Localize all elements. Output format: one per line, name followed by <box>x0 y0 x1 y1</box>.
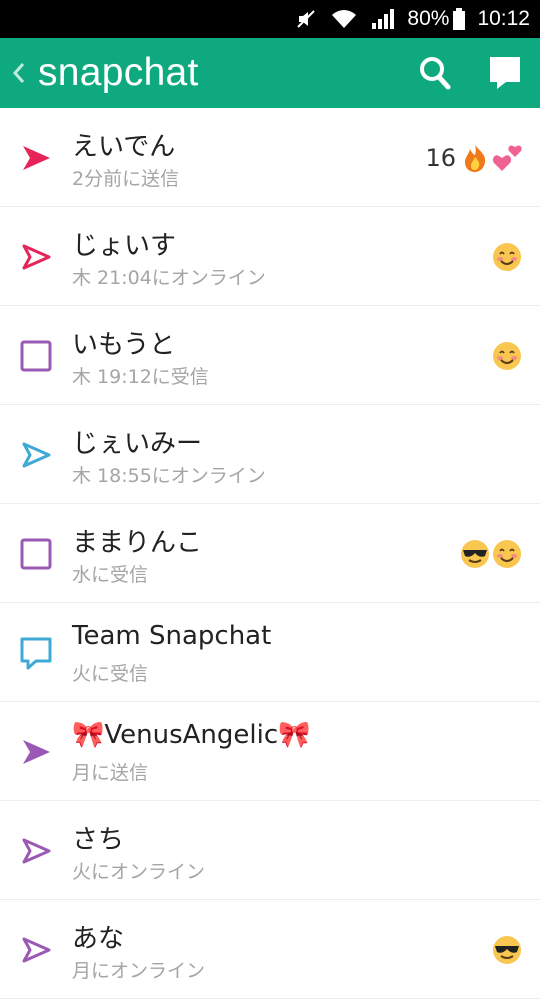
chat-outline-icon <box>18 635 54 671</box>
smile-blush-icon <box>492 341 522 371</box>
chat-row[interactable]: じょいす木 21:04にオンライン <box>0 207 540 306</box>
smile-blush-icon <box>492 539 522 569</box>
chat-row[interactable]: いもうと木 19:12に受信 <box>0 306 540 405</box>
chat-row[interactable]: 🎀VenusAngelic🎀 月に送信 <box>0 702 540 801</box>
sunglasses-icon <box>492 935 522 965</box>
chat-status: 水に受信 <box>72 564 149 586</box>
chat-badges <box>492 241 522 273</box>
chat-name: 🎀VenusAngelic🎀 <box>72 720 311 750</box>
chat-badges <box>492 340 522 372</box>
mute-icon <box>295 8 317 30</box>
app-bar: snapchat <box>0 38 540 108</box>
sent-outline-icon <box>18 437 54 473</box>
two-hearts-icon <box>492 143 522 173</box>
chat-name: じょいす <box>72 231 177 261</box>
received-outline-icon <box>18 536 54 572</box>
chat-name: ままりんこ <box>72 528 203 558</box>
chat-name: えいでん <box>72 132 176 162</box>
chat-badges: 16 <box>425 142 522 174</box>
sunglasses-icon <box>460 539 490 569</box>
status-bar: 80% 10:12 <box>0 0 540 38</box>
chat-status: 木 19:12に受信 <box>72 366 209 388</box>
battery-icon <box>453 8 466 30</box>
chevron-left-icon <box>12 63 25 83</box>
new-chat-button[interactable] <box>470 38 540 108</box>
fire-icon <box>460 143 490 173</box>
chat-name: Team Snapchat <box>72 621 272 651</box>
chat-row[interactable]: Team Snapchat 火に受信 <box>0 603 540 702</box>
clock: 10:12 <box>477 7 530 30</box>
chat-status: 月に送信 <box>72 762 149 784</box>
chat-badges <box>460 538 522 570</box>
streak-count: 16 <box>425 144 456 172</box>
chat-row[interactable]: じぇいみー木 18:55にオンライン <box>0 405 540 504</box>
chat-row[interactable]: えいでん 2分前に送信 16 <box>0 108 540 207</box>
chat-bubble-icon <box>490 57 520 89</box>
chat-badges <box>492 934 522 966</box>
chat-row[interactable]: さち 火にオンライン <box>0 801 540 900</box>
signal-icon <box>371 8 395 30</box>
chat-status: 木 21:04にオンライン <box>72 267 266 289</box>
chat-list: えいでん 2分前に送信 16 じょいす木 21:04にオンラインいもうと木 19:12… <box>0 108 540 999</box>
chat-status: 月にオンライン <box>72 960 206 982</box>
search-icon <box>420 57 451 90</box>
sent-outline-icon <box>18 932 54 968</box>
received-outline-icon <box>18 338 54 374</box>
search-button[interactable] <box>400 38 470 108</box>
chat-name: あな <box>72 924 125 954</box>
app-title: snapchat <box>38 51 199 94</box>
sent-outline-icon <box>18 833 54 869</box>
sent-filled-icon <box>18 734 54 770</box>
chat-row[interactable]: ままりんこ 水に受信 <box>0 504 540 603</box>
chat-row[interactable]: あな 月にオンライン <box>0 900 540 999</box>
chat-name: さち <box>72 825 125 855</box>
battery-percent: 80% <box>407 7 450 30</box>
smile-blush-icon <box>492 242 522 272</box>
wifi-icon <box>329 8 359 30</box>
chat-name: いもうと <box>72 330 176 360</box>
chat-status: 木 18:55にオンライン <box>72 465 266 487</box>
chat-status: 火に受信 <box>72 663 149 685</box>
sent-outline-icon <box>18 239 54 275</box>
chat-name: じぇいみー <box>72 429 203 459</box>
back-button[interactable] <box>0 38 38 108</box>
chat-status: 2分前に送信 <box>72 168 180 190</box>
sent-filled-icon <box>18 140 54 176</box>
chat-status: 火にオンライン <box>72 861 206 883</box>
